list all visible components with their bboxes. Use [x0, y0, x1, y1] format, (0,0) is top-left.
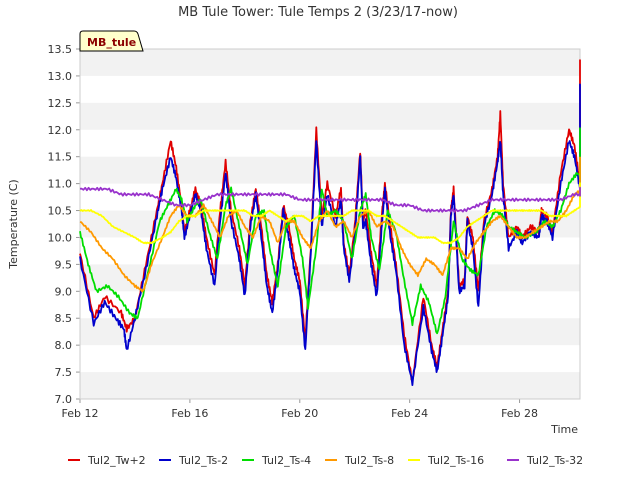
grid-band: [80, 156, 580, 184]
y-tick-label: 12.0: [48, 124, 73, 137]
y-tick-label: 8.0: [55, 339, 73, 352]
y-tick-label: 10.0: [48, 231, 73, 244]
y-tick-label: 7.5: [55, 366, 73, 379]
y-axis-ticks: 7.0 7.5 8.0 8.5 9.0 9.5 10.0 10.5 11.0 11.5 12.0 12…: [48, 43, 80, 406]
y-tick-label: 11.0: [48, 178, 73, 191]
x-axis-ticks: Feb 12 Feb 16 Feb 20 Feb 24 Feb 28: [62, 399, 538, 420]
y-tick-label: 11.5: [48, 151, 73, 164]
station-label-text: MB_tule: [87, 36, 136, 49]
x-tick-label: Feb 28: [501, 407, 538, 420]
y-tick-label: 13.5: [48, 43, 73, 56]
legend: Tul2_Tw+2 Tul2_Ts-2 Tul2_Ts-4 Tul2_Ts-8 Tul2…: [68, 454, 583, 467]
grid-band: [80, 264, 580, 292]
x-tick-label: Feb 16: [171, 407, 208, 420]
y-tick-label: 7.0: [55, 393, 73, 406]
legend-label: Tul2_Ts-32: [526, 454, 583, 467]
y-tick-label: 8.5: [55, 312, 73, 325]
chart: MB Tule Tower: Tule Temps 2 (3/23/17-now…: [7, 5, 583, 467]
x-tick-label: Feb 24: [391, 407, 428, 420]
legend-label: Tul2_Ts-4: [261, 454, 311, 467]
station-label: MB_tule: [79, 30, 144, 52]
x-tick-label: Feb 20: [281, 407, 318, 420]
y-tick-label: 9.5: [55, 258, 73, 271]
legend-label: Tul2_Tw+2: [87, 454, 146, 467]
x-axis-label: Time: [550, 423, 578, 436]
chart-title: MB Tule Tower: Tule Temps 2 (3/23/17-now…: [178, 5, 458, 20]
grid-band: [80, 49, 580, 76]
y-tick-label: 12.5: [48, 97, 73, 110]
legend-label: Tul2_Ts-2: [178, 454, 228, 467]
legend-label: Tul2_Ts-16: [427, 454, 484, 467]
y-axis-label: Temperature (C): [7, 179, 20, 269]
grid-band: [80, 318, 580, 346]
grid-band: [80, 372, 580, 399]
y-tick-label: 13.0: [48, 70, 73, 83]
grid-band: [80, 102, 580, 130]
y-tick-label: 10.5: [48, 205, 73, 218]
legend-label: Tul2_Ts-8: [344, 454, 394, 467]
y-tick-label: 9.0: [55, 285, 73, 298]
x-tick-label: Feb 12: [62, 407, 99, 420]
